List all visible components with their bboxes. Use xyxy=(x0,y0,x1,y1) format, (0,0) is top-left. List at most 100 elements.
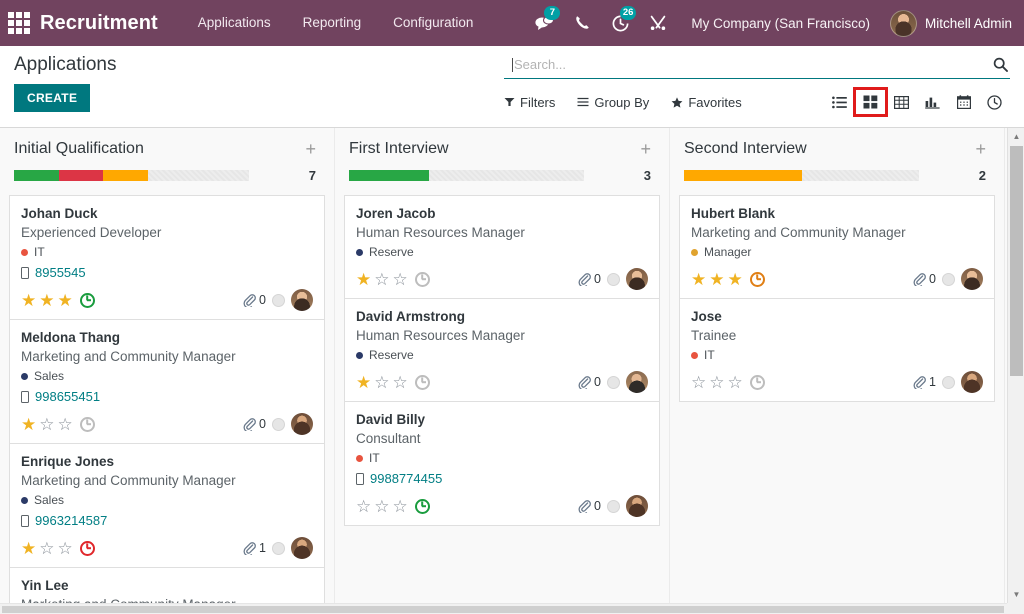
card-color-picker[interactable] xyxy=(942,273,955,286)
progress-segment[interactable] xyxy=(14,170,59,181)
card-avatar[interactable] xyxy=(291,289,313,311)
kanban-card[interactable]: Johan Duck Experienced Developer IT 8955… xyxy=(9,195,325,319)
attachments[interactable]: 1 xyxy=(913,375,936,389)
horizontal-scroll-thumb[interactable] xyxy=(2,606,1004,613)
priority-star[interactable]: ☆ xyxy=(393,271,408,288)
card-avatar[interactable] xyxy=(961,268,983,290)
card-tag[interactable]: Sales xyxy=(21,491,313,510)
activity-clock-icon[interactable] xyxy=(80,541,95,556)
kanban-card[interactable]: David Billy Consultant IT 9988774455 ☆☆☆… xyxy=(344,401,660,526)
add-card-plus-icon[interactable]: + xyxy=(971,141,990,157)
attachments[interactable]: 0 xyxy=(243,293,266,307)
card-tag[interactable]: Manager xyxy=(691,243,983,262)
priority-star[interactable]: ☆ xyxy=(393,498,408,515)
card-color-picker[interactable] xyxy=(272,418,285,431)
attachments[interactable]: 0 xyxy=(578,499,601,513)
search-input[interactable] xyxy=(514,57,993,72)
priority-star[interactable]: ☆ xyxy=(393,374,408,391)
priority-star[interactable]: ☆ xyxy=(728,374,743,391)
tools-icon[interactable] xyxy=(639,0,677,46)
priority-star[interactable]: ★ xyxy=(356,374,371,391)
card-tag[interactable]: Sales xyxy=(21,367,313,386)
attachments[interactable]: 0 xyxy=(578,272,601,286)
create-button[interactable]: CREATE xyxy=(14,84,90,112)
breadcrumb[interactable]: Applications xyxy=(14,52,504,78)
column-record-count[interactable]: 2 xyxy=(976,168,990,183)
list-view-button[interactable] xyxy=(824,89,855,115)
kanban-card[interactable]: Jose Trainee IT ☆☆☆ 1 xyxy=(679,298,995,402)
card-avatar[interactable] xyxy=(626,495,648,517)
card-phone[interactable]: 9988774455 xyxy=(356,469,648,489)
card-phone[interactable]: 998655451 xyxy=(21,387,313,407)
attachments[interactable]: 0 xyxy=(243,417,266,431)
kanban-view-button[interactable] xyxy=(855,89,886,115)
progress-segment[interactable] xyxy=(349,170,429,181)
column-record-count[interactable]: 7 xyxy=(306,168,320,183)
add-card-plus-icon[interactable]: + xyxy=(636,141,655,157)
column-title[interactable]: Second Interview xyxy=(684,140,807,158)
search-icon[interactable] xyxy=(993,57,1008,72)
progress-segment[interactable] xyxy=(103,170,148,181)
activity-clock-icon[interactable]: 26 xyxy=(601,0,639,46)
attachments[interactable]: 1 xyxy=(243,541,266,555)
card-color-picker[interactable] xyxy=(607,376,620,389)
add-card-plus-icon[interactable]: + xyxy=(301,141,320,157)
activity-clock-icon[interactable] xyxy=(80,417,95,432)
priority-star[interactable]: ★ xyxy=(39,292,54,309)
card-color-picker[interactable] xyxy=(607,273,620,286)
priority-star[interactable]: ★ xyxy=(728,271,743,288)
kanban-card[interactable]: Yin Lee Marketing and Community Manager xyxy=(9,567,325,603)
priority-star[interactable]: ★ xyxy=(21,540,36,557)
vertical-scroll-thumb[interactable] xyxy=(1010,146,1023,376)
card-avatar[interactable] xyxy=(291,413,313,435)
priority-star[interactable]: ☆ xyxy=(691,374,706,391)
priority-star[interactable]: ★ xyxy=(21,416,36,433)
card-phone[interactable]: 8955545 xyxy=(21,263,313,283)
menu-reporting[interactable]: Reporting xyxy=(287,0,378,46)
group-by-button[interactable]: Group By xyxy=(577,95,649,110)
card-avatar[interactable] xyxy=(626,268,648,290)
activity-clock-icon[interactable] xyxy=(415,272,430,287)
card-avatar[interactable] xyxy=(291,537,313,559)
progress-segment[interactable] xyxy=(684,170,802,181)
card-phone[interactable]: 9963214587 xyxy=(21,511,313,531)
activity-clock-icon[interactable] xyxy=(415,375,430,390)
card-color-picker[interactable] xyxy=(942,376,955,389)
pivot-view-button[interactable] xyxy=(886,89,917,115)
priority-star[interactable]: ★ xyxy=(356,271,371,288)
favorites-button[interactable]: Favorites xyxy=(671,95,741,110)
priority-star[interactable]: ☆ xyxy=(356,498,371,515)
attachments[interactable]: 0 xyxy=(578,375,601,389)
column-title[interactable]: First Interview xyxy=(349,140,449,158)
activity-clock-icon[interactable] xyxy=(80,293,95,308)
scroll-up-arrow[interactable]: ▲ xyxy=(1008,128,1024,145)
card-avatar[interactable] xyxy=(626,371,648,393)
priority-star[interactable]: ★ xyxy=(709,271,724,288)
priority-star[interactable]: ★ xyxy=(691,271,706,288)
card-color-picker[interactable] xyxy=(272,542,285,555)
card-tag[interactable]: IT xyxy=(21,243,313,262)
filters-button[interactable]: Filters xyxy=(504,95,555,110)
menu-applications[interactable]: Applications xyxy=(182,0,287,46)
kanban-card[interactable]: Hubert Blank Marketing and Community Man… xyxy=(679,195,995,298)
attachments[interactable]: 0 xyxy=(913,272,936,286)
card-tag[interactable]: IT xyxy=(691,346,983,365)
card-tag[interactable]: IT xyxy=(356,449,648,468)
kanban-card[interactable]: Joren Jacob Human Resources Manager Rese… xyxy=(344,195,660,298)
card-avatar[interactable] xyxy=(961,371,983,393)
priority-star[interactable]: ☆ xyxy=(374,374,389,391)
kanban-card[interactable]: Meldona Thang Marketing and Community Ma… xyxy=(9,319,325,443)
priority-star[interactable]: ☆ xyxy=(374,271,389,288)
graph-view-button[interactable] xyxy=(917,89,948,115)
phone-icon[interactable] xyxy=(563,0,601,46)
kanban-card[interactable]: Enrique Jones Marketing and Community Ma… xyxy=(9,443,325,567)
calendar-view-button[interactable] xyxy=(948,89,979,115)
priority-star[interactable]: ☆ xyxy=(39,540,54,557)
activity-view-button[interactable] xyxy=(979,89,1010,115)
priority-star[interactable]: ☆ xyxy=(374,498,389,515)
vertical-scrollbar[interactable]: ▲ ▼ xyxy=(1007,128,1024,614)
card-tag[interactable]: Reserve xyxy=(356,243,648,262)
column-record-count[interactable]: 3 xyxy=(641,168,655,183)
activity-clock-icon[interactable] xyxy=(750,375,765,390)
activity-clock-icon[interactable] xyxy=(415,499,430,514)
